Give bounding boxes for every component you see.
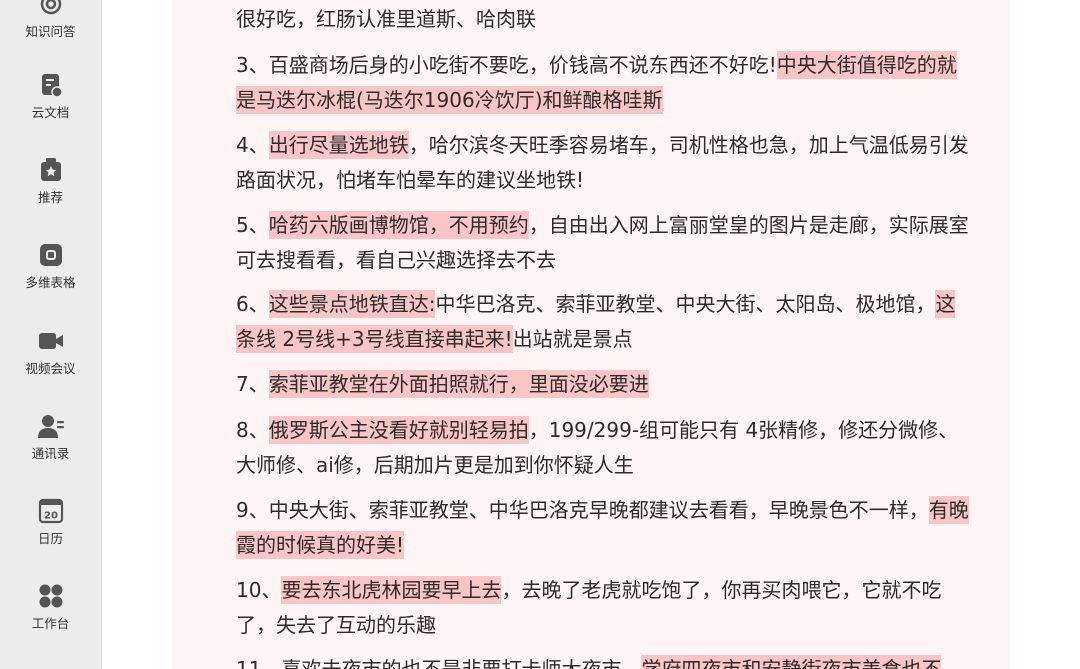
sidebar-item-label: 视频会议	[25, 361, 76, 376]
table-icon	[39, 244, 62, 266]
text: ，哈尔滨冬天旺季容易堵车，司机性格也急，加上气温低易引发	[408, 133, 969, 157]
text: 路面状况，怕堵车怕晕车的建议坐地铁!	[236, 168, 585, 192]
video-icon	[38, 333, 63, 349]
text: 大师修、ai修，后期加片更是加到你怀疑人生	[236, 453, 634, 477]
highlight: 这	[935, 290, 956, 318]
highlight: 出行尽量选地铁	[268, 131, 409, 159]
text: 5、	[236, 213, 269, 237]
highlight: 霞的时候真的好美!	[236, 531, 405, 559]
paragraph-2: 很好吃，红肠认准里道斯、哈肉联	[236, 2, 996, 37]
paragraph-7: 7、索菲亚教堂在外面拍照就行，里面没必要进	[236, 367, 996, 402]
text: 9、中央大街、索菲亚教堂、中华巴洛克早晚都建议去看看，早晚景色不一样，	[236, 498, 929, 522]
sidebar-item-label: 多维表格	[25, 275, 76, 290]
sidebar-item-qa[interactable]: 知识问答	[0, 0, 101, 40]
text: 中华巴洛克、索菲亚教堂、中央大街、太阳岛、极地馆，	[435, 292, 936, 316]
calendar-day: 20	[44, 511, 58, 522]
sidebar-item-calendar[interactable]: 20 日历	[0, 497, 101, 547]
paragraph-11: 11、喜欢去夜市的也不是非要打卡师大夜市，学府四夜市和安静街夜市美食也不	[236, 652, 996, 669]
paragraph-3: 3、百盛商场后身的小吃街不要吃，价钱高不说东西还不好吃!中央大街值得吃的就 是马…	[236, 48, 996, 118]
sidebar-item-cloud-doc[interactable]: 云文档	[0, 71, 101, 121]
sidebar-item-label: 通讯录	[31, 446, 70, 461]
highlight: 要去东北虎林园要早上去	[281, 576, 502, 604]
sidebar-item-label: 日历	[37, 531, 63, 546]
sidebar-item-workbench[interactable]: 工作台	[0, 582, 101, 632]
sidebar: 知识问答 云文档 推荐 多维表格 视频会议 通讯录 20 日历 工作台	[0, 0, 102, 669]
text: 4、	[236, 133, 269, 157]
text: 3、百盛商场后身的小吃街不要吃，价钱高不说东西还不好吃!	[236, 53, 777, 77]
paragraph-4: 4、出行尽量选地铁，哈尔滨冬天旺季容易堵车，司机性格也急，加上气温低易引发 路面…	[236, 128, 996, 198]
text: ，自由出入网上富丽堂皇的图片是走廊，实际展室	[528, 213, 969, 237]
sidebar-item-label: 知识问答	[25, 24, 76, 39]
text: 7、	[236, 372, 269, 396]
paragraph-9: 9、中央大街、索菲亚教堂、中华巴洛克早晚都建议去看看，早晚景色不一样，有晚 霞的…	[236, 493, 996, 563]
highlight: 条线 2号线+3号线直接串起来!	[236, 325, 513, 353]
highlight: 索菲亚教堂在外面拍照就行，里面没必要进	[268, 370, 649, 398]
highlight: 有晚	[928, 496, 969, 524]
recommend-icon	[40, 158, 61, 181]
text: ，199/299-组可能只有 4张精修，修还分微修、	[528, 418, 959, 442]
text: 很好吃，红肠认准里道斯、哈肉联	[236, 7, 536, 31]
paragraph-6: 6、这些景点地铁直达:中华巴洛克、索菲亚教堂、中央大街、太阳岛、极地馆，这 条线…	[236, 287, 996, 357]
text: 了，失去了互动的乐趣	[236, 613, 436, 637]
highlight: 这些景点地铁直达:	[268, 290, 436, 318]
sidebar-item-table[interactable]: 多维表格	[0, 241, 101, 291]
document-body[interactable]: 很好吃，红肠认准里道斯、哈肉联 3、百盛商场后身的小吃街不要吃，价钱高不说东西还…	[172, 0, 1010, 669]
highlight: 学府四夜市和安静街夜市美食也不	[641, 655, 942, 669]
text: 10、	[236, 578, 282, 602]
calendar-icon: 20	[38, 498, 63, 524]
paragraph-5: 5、哈药六版画博物馆，不用预约，自由出入网上富丽堂皇的图片是走廊，实际展室 可去…	[236, 208, 996, 278]
sidebar-item-label: 推荐	[37, 190, 63, 205]
workbench-icon	[39, 584, 62, 608]
text: 6、	[236, 292, 269, 316]
text: 8、	[236, 418, 269, 442]
highlight: 中央大街值得吃的就	[776, 51, 957, 79]
cloud-doc-icon	[41, 74, 63, 98]
qa-icon	[40, 0, 61, 15]
text: 出站就是景点	[512, 327, 633, 351]
text: ，去晚了老虎就吃饱了，你再买肉喂它，它就不吃	[501, 578, 942, 602]
sidebar-item-label: 工作台	[31, 616, 70, 631]
paragraph-10: 10、要去东北虎林园要早上去，去晚了老虎就吃饱了，你再买肉喂它，它就不吃 了，失…	[236, 573, 996, 643]
contacts-icon	[37, 415, 64, 438]
sidebar-item-contacts[interactable]: 通讯录	[0, 412, 101, 462]
highlight: 哈药六版画博物馆，不用预约	[268, 211, 529, 239]
sidebar-item-label: 云文档	[31, 105, 70, 120]
sidebar-item-recommend[interactable]: 推荐	[0, 156, 101, 206]
text: 11、喜欢去夜市的也不是非要打卡师大夜市，	[236, 657, 642, 669]
text: 可去搜看看，看自己兴趣选择去不去	[236, 248, 556, 272]
highlight: 是马迭尔冰棍(马迭尔1906冷饮厅)和鲜酿格哇斯	[236, 86, 663, 114]
paragraph-8: 8、俄罗斯公主没看好就别轻易拍，199/299-组可能只有 4张精修，修还分微修…	[236, 413, 996, 483]
sidebar-item-video[interactable]: 视频会议	[0, 327, 101, 377]
highlight: 俄罗斯公主没看好就别轻易拍	[268, 416, 529, 444]
